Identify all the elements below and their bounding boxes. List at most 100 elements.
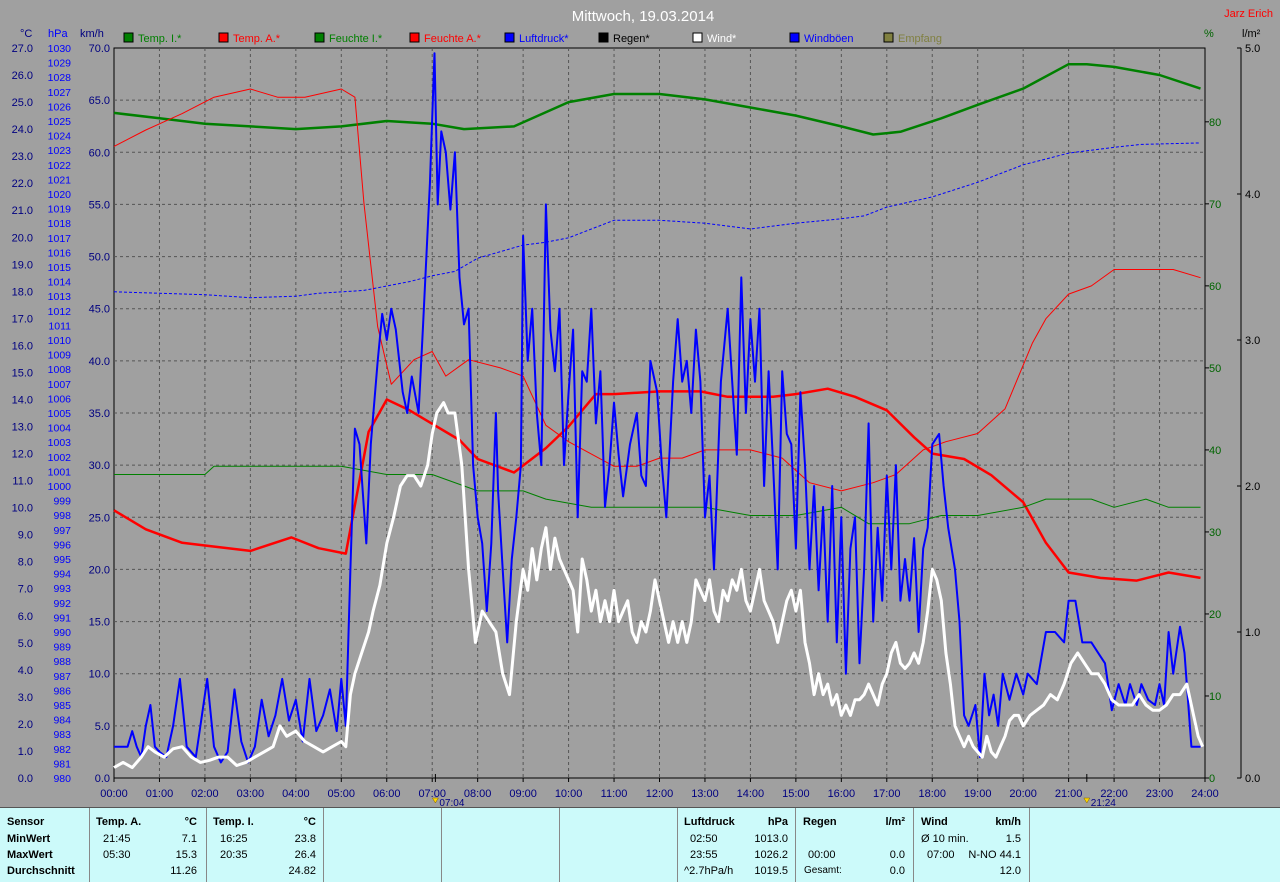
pressure-tick-label: 983: [53, 729, 71, 741]
pressure-tick-label: 1018: [48, 218, 72, 230]
temp-tick-label: 2.0: [18, 719, 33, 731]
pressure-tick-label: 1023: [48, 145, 72, 157]
temp-tick-label: 18.0: [12, 286, 33, 298]
regen-unit: l/m²: [885, 816, 905, 828]
legend-swatch: [314, 32, 325, 43]
temp-tick-label: 20.0: [12, 232, 33, 244]
min-label: MinWert: [7, 833, 51, 845]
x-tick-label: 01:00: [146, 788, 174, 800]
x-tick-label: 02:00: [191, 788, 219, 800]
temp-tick-label: 7.0: [18, 584, 33, 596]
legend-label: Feuchte A.*: [424, 33, 482, 45]
chart-title: Mittwoch, 19.03.2014: [572, 8, 715, 25]
temp-a-max-value: 15.3: [175, 849, 197, 861]
pressure-tick-label: 1002: [48, 452, 72, 464]
humidity-tick-label: 50: [1209, 363, 1221, 375]
temp-tick-label: 11.0: [12, 476, 33, 488]
legend-label: Wind*: [707, 33, 737, 45]
pressure-tick-label: 994: [53, 569, 71, 581]
temp-tick-label: 27.0: [12, 43, 33, 55]
x-tick-label: 20:00: [1009, 788, 1037, 800]
temp-tick-label: 6.0: [18, 611, 33, 623]
wind-max-time: 07:00: [927, 849, 955, 861]
pressure-tick-label: 1005: [48, 408, 72, 420]
luftdruck-header: Luftdruck: [684, 816, 735, 828]
regen-max-value: 0.0: [889, 849, 905, 861]
wind-tick-label: 25.0: [89, 512, 110, 524]
pressure-tick-label: 1007: [48, 379, 72, 391]
wind-avg-label: Ø 10 min.: [921, 833, 969, 845]
rain-tick-label: 1.0: [1245, 627, 1260, 639]
pressure-tick-label: 1026: [48, 101, 72, 113]
pressure-tick-label: 1013: [48, 291, 72, 303]
pressure-tick-label: 1004: [48, 423, 72, 435]
temp-tick-label: 12.0: [12, 449, 33, 461]
wind-tick-label: 40.0: [89, 356, 110, 368]
time-marker-label: 07:04: [439, 798, 464, 807]
wind-tick-label: 15.0: [89, 617, 110, 629]
x-tick-label: 06:00: [373, 788, 401, 800]
x-tick-label: 24:00: [1191, 788, 1219, 800]
temp-tick-label: 8.0: [18, 557, 33, 569]
sensor-header: Sensor: [7, 816, 45, 828]
temp-i-header: Temp. I.: [213, 816, 254, 828]
regen-header: Regen: [803, 816, 837, 828]
wind-tick-label: 5.0: [95, 721, 110, 733]
luftdruck-max-time: 23:55: [690, 849, 718, 861]
pressure-tick-label: 1009: [48, 350, 72, 362]
pressure-tick-label: 1000: [48, 481, 72, 493]
x-tick-label: 21:00: [1055, 788, 1083, 800]
temp-a-max-time: 05:30: [103, 849, 131, 861]
temp-i-column: Temp. I. °C 16:25 23.8 20:35 26.4 24.82: [207, 808, 324, 882]
pressure-tick-label: 1001: [48, 466, 72, 478]
pressure-tick-label: 988: [53, 656, 71, 668]
pressure-tick-label: 1021: [48, 174, 72, 186]
legend-label: Temp. A.*: [233, 33, 281, 45]
temp-i-min-time: 16:25: [220, 833, 248, 845]
pressure-tick-label: 1017: [48, 233, 72, 245]
pressure-tick-label: 982: [53, 744, 71, 756]
luftdruck-max-value: 1026.2: [754, 849, 788, 861]
temp-tick-label: 1.0: [18, 746, 33, 758]
temp-a-column: Temp. A. °C 21:45 7.1 05:30 15.3 11.26: [90, 808, 207, 882]
temp-tick-label: 13.0: [12, 422, 33, 434]
rain-tick-label: 3.0: [1245, 335, 1260, 347]
temp-tick-label: 10.0: [12, 503, 33, 515]
rain-axis-unit: l/m²: [1242, 28, 1261, 40]
pressure-tick-label: 991: [53, 612, 71, 624]
pressure-tick-label: 1014: [48, 277, 72, 289]
temp-tick-label: 9.0: [18, 530, 33, 542]
x-tick-label: 00:00: [100, 788, 128, 800]
wind-tick-label: 30.0: [89, 460, 110, 472]
legend-label: Temp. I.*: [138, 33, 182, 45]
legend-swatch: [504, 32, 515, 43]
pressure-tick-label: 1003: [48, 437, 72, 449]
regen-total-value: 0.0: [889, 865, 905, 877]
empty-column-1: [324, 808, 442, 882]
pressure-axis-unit: hPa: [48, 28, 68, 40]
regen-total-label: Gesamt:: [804, 865, 842, 876]
temp-tick-label: 17.0: [12, 313, 33, 325]
wind-tick-label: 50.0: [89, 252, 110, 264]
legend-swatch: [598, 32, 609, 43]
wind-tick-label: 55.0: [89, 199, 110, 211]
x-tick-label: 14:00: [737, 788, 765, 800]
empty-column-2: [442, 808, 560, 882]
x-tick-label: 09:00: [509, 788, 537, 800]
wind-tick-label: 70.0: [89, 43, 110, 55]
legend: Temp. I.* Temp. A.* Feuchte I.* Feuchte A.*…: [123, 32, 942, 45]
wind-tick-label: 45.0: [89, 304, 110, 316]
temp-tick-label: 16.0: [12, 340, 33, 352]
wind-avg-value: 1.5: [1005, 833, 1021, 845]
wind-tick-label: 35.0: [89, 408, 110, 420]
pressure-tick-label: 986: [53, 685, 71, 697]
pressure-tick-label: 1028: [48, 72, 72, 84]
x-tick-label: 18:00: [918, 788, 946, 800]
rain-tick-label: 4.0: [1245, 189, 1260, 201]
temp-tick-label: 25.0: [12, 97, 33, 109]
luftdruck-trend: ^2.7hPa/h: [684, 865, 734, 877]
pressure-tick-label: 980: [53, 773, 71, 785]
pressure-tick-label: 1016: [48, 247, 72, 259]
wind-tick-label: 20.0: [89, 564, 110, 576]
legend-label: Empfang: [898, 33, 942, 45]
